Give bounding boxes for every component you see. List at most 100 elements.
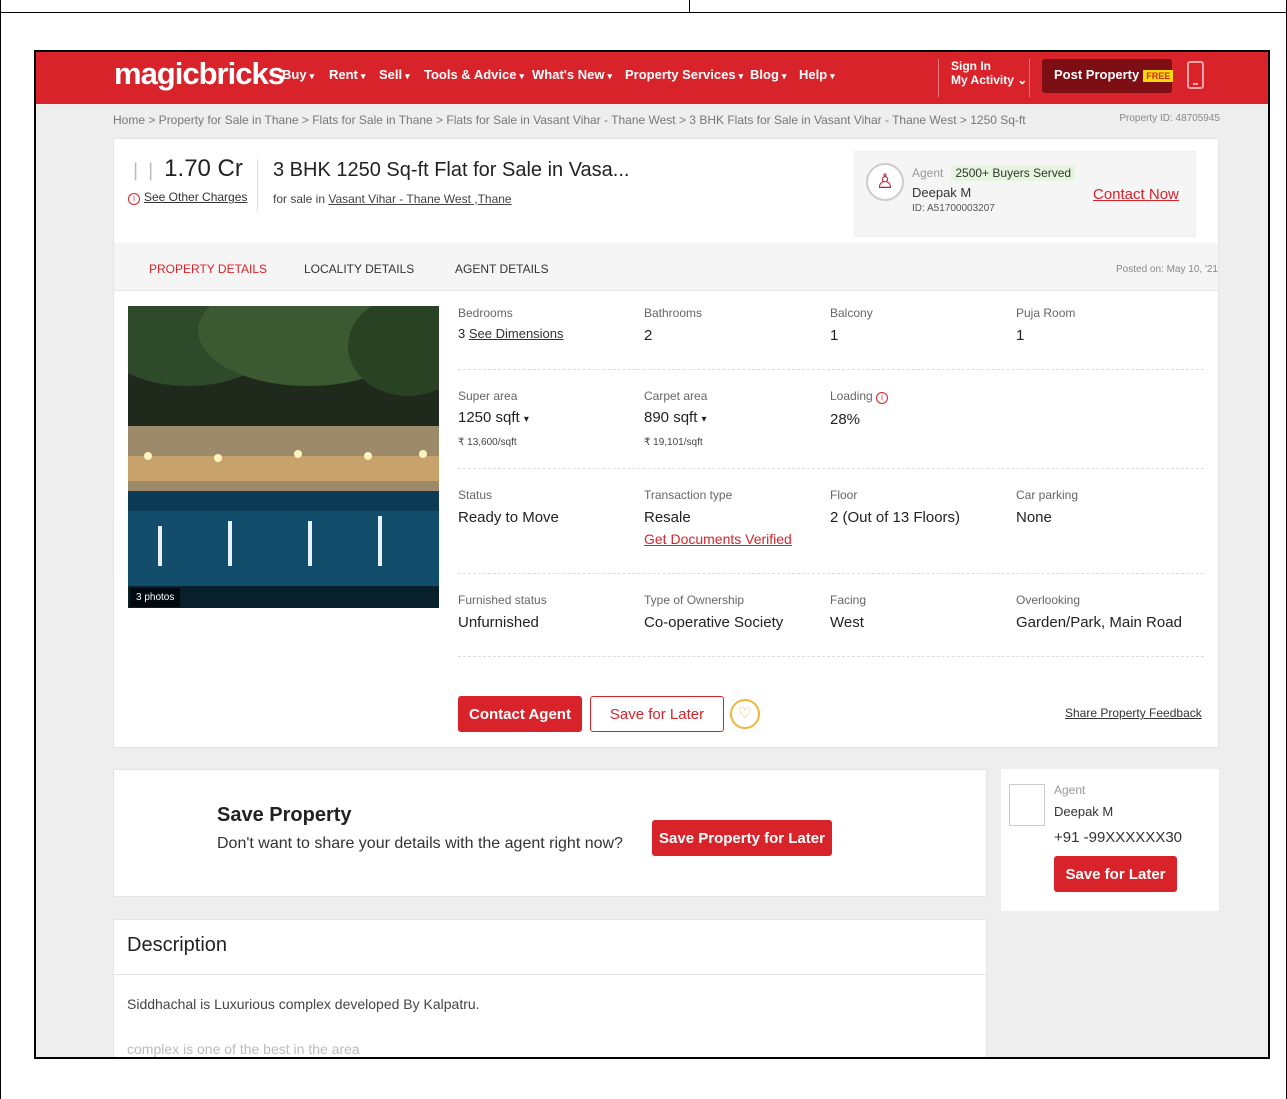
nav-help-label: Help [799, 67, 828, 82]
chevron-down-icon: ▾ [607, 71, 612, 81]
carpet-area-rate: ₹ 19,101/sqft [644, 437, 703, 448]
caret-down-icon: ▾ [523, 414, 529, 425]
ownership-label: Type of Ownership [644, 593, 745, 607]
signin-menu[interactable]: Sign In My Activity ⌄ [938, 59, 1030, 97]
signin-label: Sign In [951, 59, 991, 73]
price-value: 1.70 Cr [164, 155, 243, 182]
top-strip [0, 0, 1287, 13]
see-other-charges-link[interactable]: i See Other Charges [128, 190, 247, 205]
transaction-type-label: Transaction type [644, 488, 733, 502]
loading-label-text: Loading [830, 389, 873, 403]
info-icon: i [128, 193, 140, 205]
magicbricks-logo[interactable]: magicbricks [114, 56, 285, 92]
my-activity-label: My Activity ⌄ [951, 73, 1029, 87]
tab-property-details[interactable]: PROPERTY DETAILS [149, 262, 267, 276]
post-property-button[interactable]: Post Property FREE [1042, 59, 1174, 93]
puja-room-label: Puja Room [1016, 306, 1076, 320]
floor-value: 2 (Out of 13 Floors) [830, 509, 961, 526]
floor-label: Floor [830, 488, 858, 502]
bedrooms-label: Bedrooms [458, 306, 513, 320]
description-text: Siddhachal is Luxurious complex develope… [127, 996, 480, 1012]
get-documents-verified-link[interactable]: Get Documents Verified [644, 531, 792, 547]
property-id: Property ID: 48705945 [1119, 113, 1220, 124]
car-parking-label: Car parking [1016, 488, 1079, 502]
agent-id: ID: A51700003207 [912, 203, 995, 214]
chevron-down-icon: ▾ [360, 71, 366, 81]
super-area-text: 1250 sqft [458, 409, 520, 426]
photo-count-badge[interactable]: 3 photos [130, 588, 181, 607]
side-agent-phone: +91 -99XXXXXX30 [1054, 829, 1183, 846]
bedrooms-value: 3 See Dimensions [458, 326, 564, 341]
nav-blog[interactable]: Blog ▾ [750, 67, 786, 82]
nav-services-label: Property Services [625, 67, 736, 82]
see-dimensions-link[interactable]: See Dimensions [469, 326, 564, 341]
side-agent-label: Agent [1054, 783, 1086, 797]
agent-name: Deepak M [912, 185, 972, 200]
row-divider [458, 656, 1204, 657]
heart-icon[interactable]: ♡ [730, 699, 760, 729]
top-divider [689, 0, 690, 13]
ownership-value: Co-operative Society [644, 614, 784, 631]
save-property-for-later-button[interactable]: Save Property for Later [652, 820, 832, 856]
row-divider [458, 369, 1204, 370]
car-parking-value: None [1016, 509, 1052, 526]
nav-help[interactable]: Help ▾ [799, 67, 835, 82]
furnished-status-value: Unfurnished [458, 614, 539, 631]
property-location: for sale in Vasant Vihar - Thane West ,T… [273, 192, 512, 206]
for-sale-prefix: for sale in [273, 192, 326, 206]
bathrooms-value: 2 [644, 327, 653, 344]
side-save-for-later-button[interactable]: Save for Later [1054, 856, 1177, 892]
agent-avatar: ♙ [866, 163, 904, 201]
balcony-value: 1 [830, 327, 839, 344]
agent-summary-box: ♙ Agent 2500+ Buyers Served Deepak M ID: … [854, 151, 1196, 237]
overlooking-label: Overlooking [1016, 593, 1081, 607]
divider [257, 159, 258, 211]
carpet-area-value[interactable]: 890 sqft ▾ [644, 409, 707, 426]
furnished-status-label: Furnished status [458, 593, 547, 607]
facing-label: Facing [830, 593, 867, 607]
save-property-subtext: Don't want to share your details with th… [217, 835, 623, 852]
mobile-phone-icon[interactable] [1187, 61, 1204, 89]
divider [114, 974, 986, 975]
nav-blog-label: Blog [750, 67, 779, 82]
nav-sell[interactable]: Sell ▾ [379, 67, 410, 82]
overlooking-value: Garden/Park, Main Road [1016, 614, 1182, 631]
agent-label: Agent [912, 166, 944, 180]
loading-label: Loading i [830, 389, 889, 404]
nav-buy-label: Buy [282, 67, 307, 82]
status-label: Status [458, 488, 493, 502]
super-area-label: Super area [458, 389, 518, 403]
user-icon: ♙ [876, 171, 894, 193]
super-area-value[interactable]: 1250 sqft ▾ [458, 409, 529, 426]
chevron-down-icon: ▾ [309, 71, 315, 81]
balcony-label: Balcony [830, 306, 873, 320]
breadcrumb[interactable]: Home > Property for Sale in Thane > Flat… [113, 113, 1026, 127]
nav-buy[interactable]: Buy ▾ [282, 67, 314, 82]
chevron-down-icon: ▾ [738, 71, 744, 81]
carpet-area-label: Carpet area [644, 389, 708, 403]
tab-locality-details[interactable]: LOCALITY DETAILS [304, 262, 414, 276]
contact-now-link[interactable]: Contact Now [1093, 186, 1179, 203]
puja-room-value: 1 [1016, 327, 1025, 344]
property-card: ❘❘ 1.70 Cr i See Other Charges 3 BHK 1250 … [113, 138, 1219, 748]
free-badge: FREE [1143, 70, 1174, 82]
transaction-type-value: Resale [644, 509, 691, 526]
price: ❘❘ 1.70 Cr [128, 155, 243, 183]
status-value: Ready to Move [458, 509, 559, 526]
info-icon[interactable]: i [876, 392, 889, 404]
super-area-rate: ₹ 13,600/sqft [458, 437, 517, 448]
nav-property-services[interactable]: Property Services ▾ [625, 67, 743, 82]
location-link[interactable]: Vasant Vihar - Thane West ,Thane [328, 192, 511, 206]
property-photo[interactable] [128, 306, 439, 608]
save-for-later-button[interactable]: Save for Later [590, 696, 724, 732]
nav-whats-new[interactable]: What's New ▾ [532, 67, 612, 82]
nav-rent[interactable]: Rent ▾ [329, 67, 365, 82]
pool-photo-image [128, 306, 439, 608]
nav-tools-advice[interactable]: Tools & Advice ▾ [424, 67, 524, 82]
contact-agent-button[interactable]: Contact Agent [458, 696, 582, 732]
share-feedback-link[interactable]: Share Property Feedback [1065, 706, 1202, 720]
tab-agent-details[interactable]: AGENT DETAILS [455, 262, 549, 276]
top-navbar: magicbricks Buy ▾ Rent ▾ Sell ▾ Tools & Adv… [36, 52, 1268, 104]
buyers-served-badge: 2500+ Buyers Served [951, 165, 1076, 181]
nav-tools-label: Tools & Advice [424, 67, 517, 82]
